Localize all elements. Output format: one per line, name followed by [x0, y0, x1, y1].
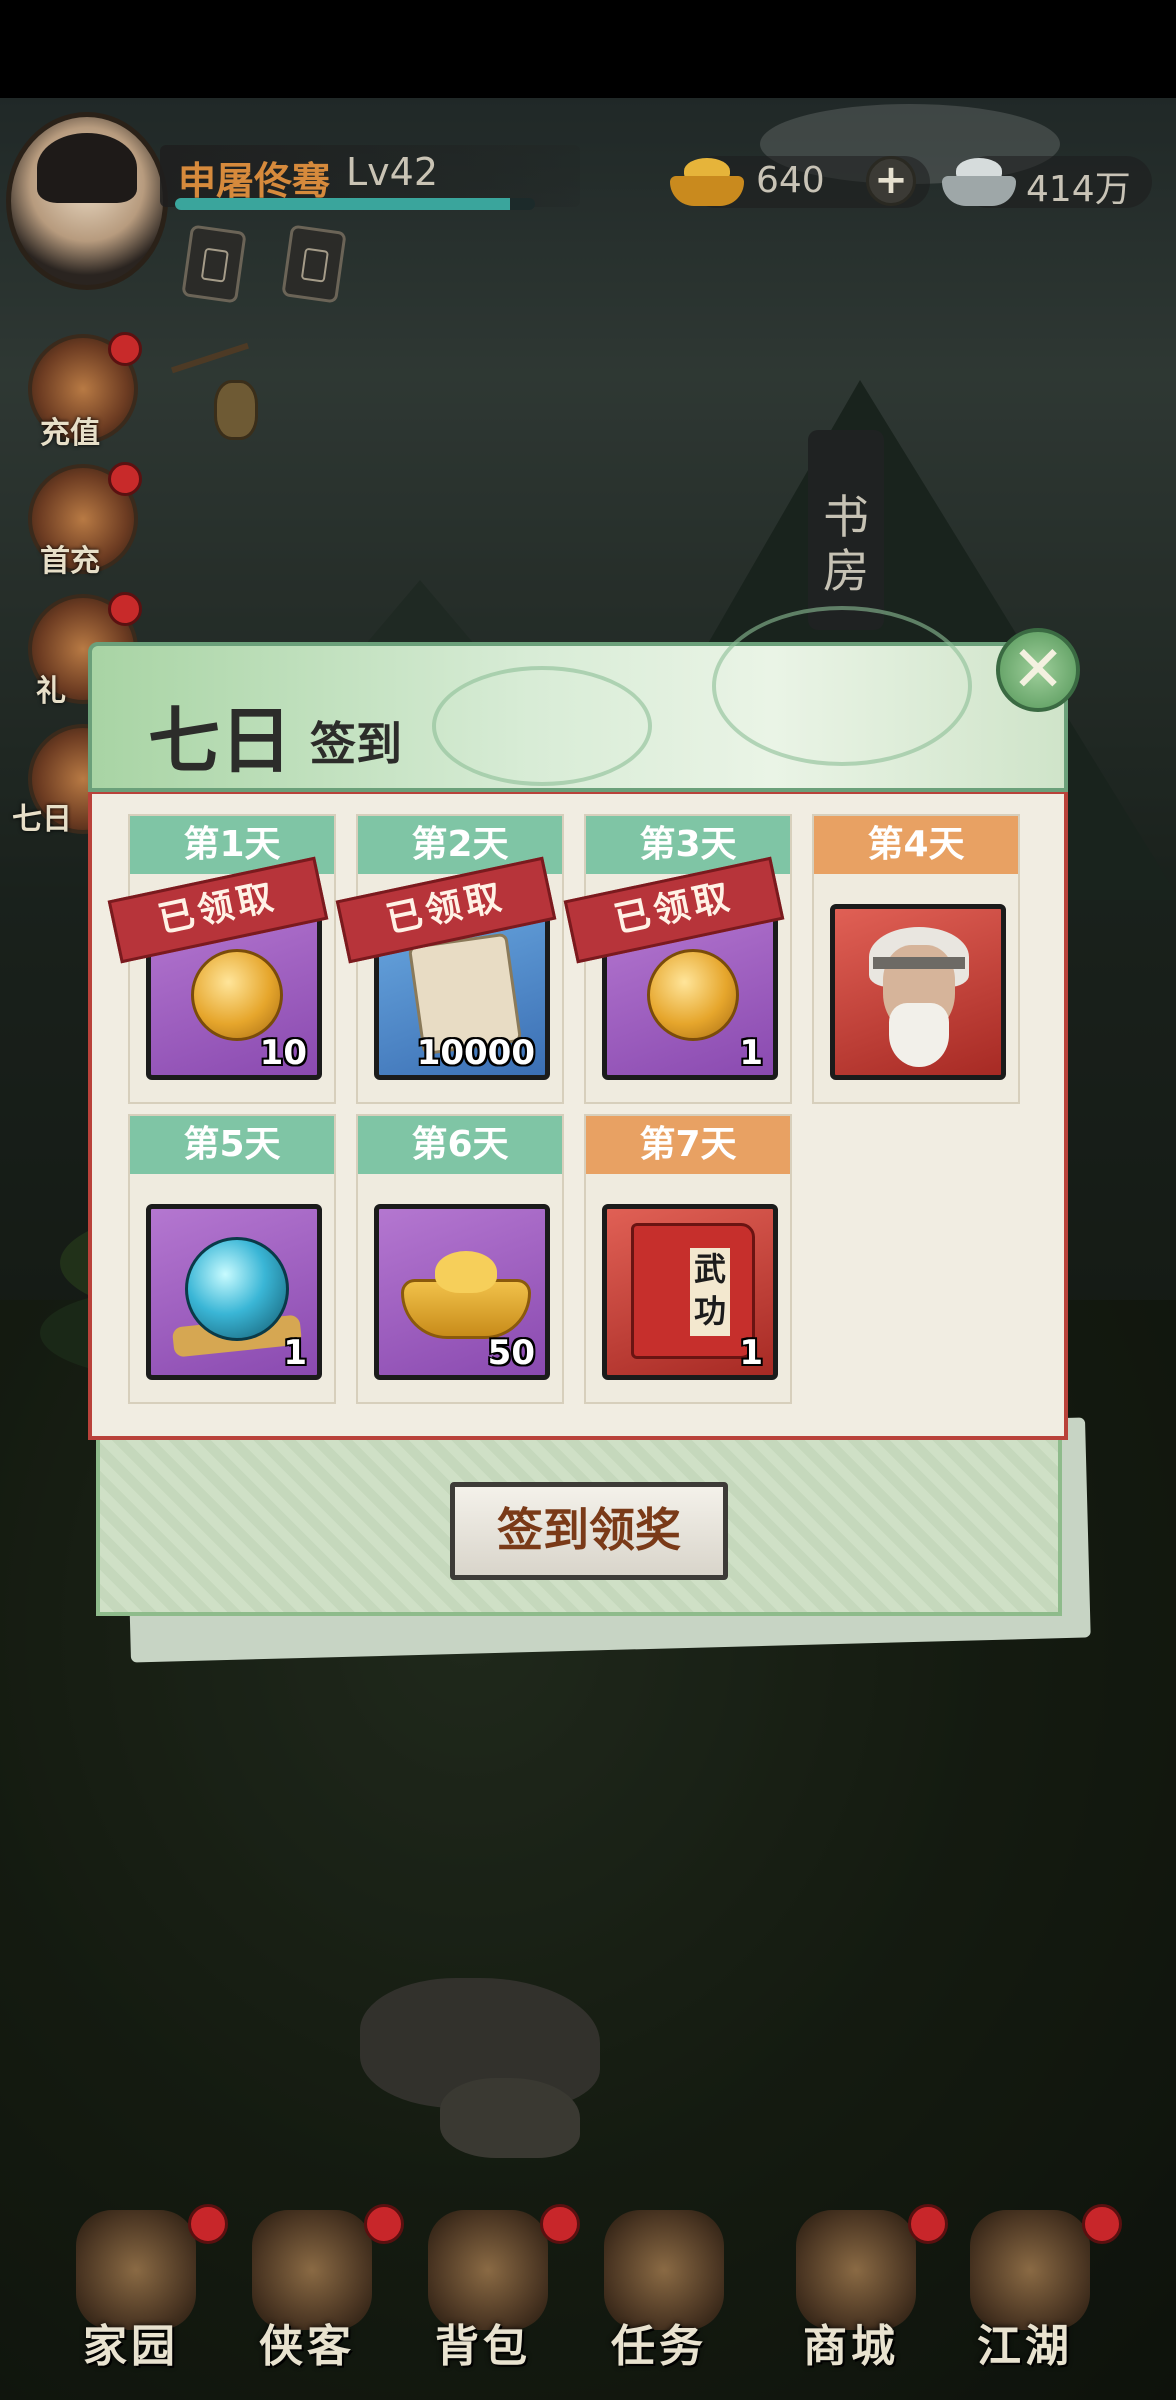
bottom-nav: 家园 侠客 背包 任务 商城 江湖 — [0, 2190, 1176, 2400]
spirit-orb-icon — [185, 1237, 289, 1341]
modal-title: 七日 — [148, 698, 293, 783]
gold-currency: 640 + — [670, 150, 930, 212]
header-swirl — [432, 666, 652, 786]
nav-label: 背包 — [435, 2321, 531, 2372]
side-label-recharge: 充值 — [40, 416, 100, 451]
item-frame — [830, 904, 1006, 1080]
day-label: 第5天 — [130, 1116, 334, 1174]
side-label-first-recharge: 首充 — [40, 544, 100, 579]
side-label-gift: 礼 — [36, 674, 66, 709]
side-label-seven-day: 七日 — [12, 802, 72, 837]
close-icon: ✕ — [1011, 633, 1065, 707]
item-count: 1 — [739, 1333, 763, 1373]
gold-ingot-icon — [670, 158, 744, 208]
add-gold-button[interactable]: + — [866, 156, 916, 206]
reward-grid: 第1天 10 已领取 第2天 10000 已领取 第3天 1 已领取 第4天 第… — [88, 792, 1068, 1440]
nav-bag[interactable]: 背包 — [398, 2190, 580, 2400]
day-card-1[interactable]: 第1天 10 已领取 — [107, 814, 336, 1104]
token-icon[interactable] — [281, 224, 347, 304]
item-count: 1 — [283, 1333, 307, 1373]
gold-coin-icon — [191, 949, 283, 1041]
gold-coin-icon — [647, 949, 739, 1041]
nav-label: 江湖 — [977, 2321, 1073, 2372]
modal-header: 七日 签到 — [88, 606, 1068, 792]
silver-ingot-icon — [942, 158, 1016, 208]
nav-label: 商城 — [803, 2321, 899, 2372]
day-label: 第7天 — [586, 1116, 790, 1174]
claim-reward-button[interactable]: 签到领奖 — [450, 1482, 728, 1580]
avatar-hair — [37, 133, 137, 203]
token-mark — [200, 247, 229, 283]
lantern-icon — [214, 380, 258, 440]
book-label: 武功 — [690, 1248, 730, 1336]
notification-dot — [108, 592, 142, 626]
seven-day-signin-modal: 七日 签到 ✕ 第1天 10 已领取 第2天 10000 已领取 第3天 1 已… — [88, 606, 1080, 1616]
nav-tasks[interactable]: 任务 — [574, 2190, 744, 2400]
item-count: 10000 — [416, 1033, 535, 1073]
study-label: 书房 — [823, 490, 869, 598]
item-frame: 50 — [374, 1204, 550, 1380]
gold-value: 640 — [756, 160, 825, 201]
player-level: Lv42 — [346, 150, 439, 194]
silver-value: 414万 — [1026, 169, 1131, 210]
nav-label: 任务 — [611, 2321, 707, 2372]
exp-bar — [175, 198, 535, 210]
day-card-4[interactable]: 第4天 — [812, 814, 1020, 1104]
item-count: 1 — [739, 1033, 763, 1073]
day-label: 第4天 — [814, 816, 1018, 874]
day-card-3[interactable]: 第3天 1 已领取 — [563, 814, 792, 1104]
item-count: 10 — [259, 1033, 307, 1073]
notification-dot — [1082, 2204, 1122, 2244]
token-mark — [300, 247, 329, 283]
item-frame: 1 — [146, 1204, 322, 1380]
elder-portrait-icon — [839, 913, 997, 1071]
exp-bar-fill — [175, 198, 510, 210]
header-swirl — [712, 606, 972, 766]
item-count: 50 — [487, 1333, 535, 1373]
modal-subtitle: 签到 — [310, 717, 402, 771]
player-name: 申屠佟骞 — [178, 159, 331, 203]
day-label: 第6天 — [358, 1116, 562, 1174]
status-bar — [0, 0, 1176, 98]
notification-dot — [108, 332, 142, 366]
notification-dot — [108, 462, 142, 496]
nav-heroes[interactable]: 侠客 — [222, 2190, 404, 2400]
nav-label: 侠客 — [259, 2321, 355, 2372]
silver-currency: 414万 — [942, 150, 1162, 212]
nav-shop[interactable]: 商城 — [766, 2190, 948, 2400]
close-button[interactable]: ✕ — [996, 628, 1080, 712]
nav-jianghu[interactable]: 江湖 — [940, 2190, 1122, 2400]
nav-home[interactable]: 家园 — [46, 2190, 228, 2400]
player-avatar[interactable] — [6, 112, 168, 290]
day-card-7[interactable]: 第7天 武功 1 — [584, 1114, 792, 1404]
day-card-2[interactable]: 第2天 10000 已领取 — [335, 814, 564, 1104]
martial-book-icon: 武功 — [631, 1223, 755, 1359]
nav-label: 家园 — [83, 2321, 179, 2372]
token-icon[interactable] — [181, 224, 247, 304]
item-frame: 武功 1 — [602, 1204, 778, 1380]
day-card-6[interactable]: 第6天 50 — [356, 1114, 564, 1404]
day-card-5[interactable]: 第5天 1 — [128, 1114, 336, 1404]
